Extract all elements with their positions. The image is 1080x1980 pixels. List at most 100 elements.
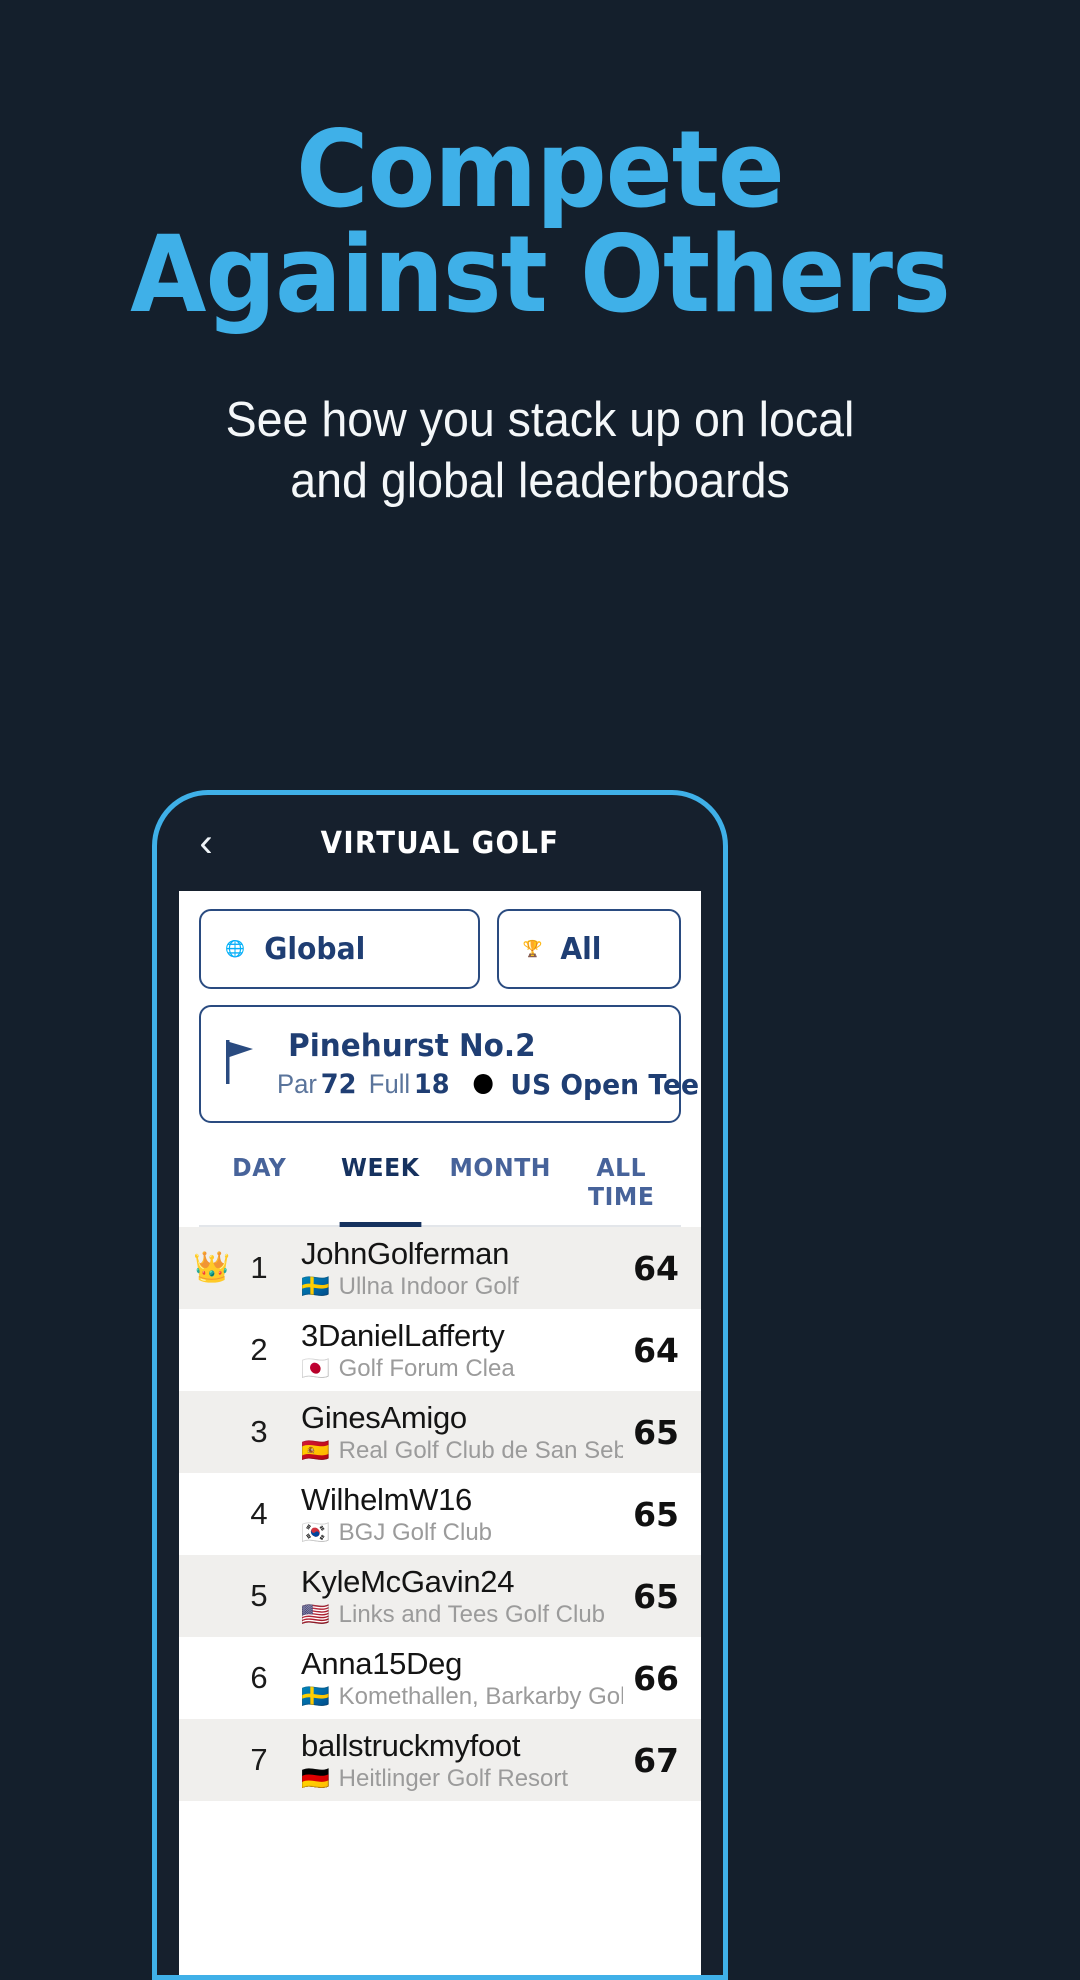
player-info: WilhelmW16 🇰🇷 BGJ Golf Club	[301, 1482, 623, 1547]
player-score: 64	[633, 1248, 679, 1288]
player-score: 65	[633, 1494, 679, 1534]
rank-box: 👑 1	[193, 1250, 301, 1286]
table-row[interactable]: 6 Anna15Deg 🇸🇪 Komethallen, Barkarby Gol…	[179, 1637, 701, 1719]
player-club: 🇪🇸 Real Golf Club de San Sebastian	[301, 1437, 623, 1465]
course-holes: Full 18	[369, 1069, 450, 1100]
country-flag-icon: 🇺🇸	[301, 1601, 330, 1627]
tab-month[interactable]: MONTH	[444, 1143, 557, 1225]
rank-number: 7	[250, 1742, 268, 1777]
player-name: KyleMcGavin24	[301, 1563, 515, 1599]
trophy-icon: 🏆	[522, 941, 543, 958]
rank-box: 4	[193, 1496, 301, 1532]
player-club: 🇸🇪 Komethallen, Barkarby Golfhall	[301, 1683, 623, 1711]
leaderboard: 👑 1 JohnGolferman 🇸🇪 Ullna Indoor Golf 6…	[179, 1227, 701, 1801]
promo-title: Compete Against Others	[38, 108, 1042, 336]
course-par: Par 72	[277, 1069, 356, 1100]
course-card[interactable]: Pinehurst No.2 Par 72 Full 18 US Open Tee	[199, 1005, 699, 1123]
table-row[interactable]: 3 GinesAmigo 🇪🇸 Real Golf Club de San Se…	[179, 1391, 701, 1473]
crown-icon: 👑	[193, 1251, 231, 1284]
country-flag-icon: 🇩🇪	[301, 1765, 330, 1791]
rank-number: 3	[250, 1414, 268, 1449]
flag-marker-icon	[223, 1038, 257, 1091]
course-name: Pinehurst No.2	[288, 1027, 536, 1064]
player-club: 🇯🇵 Golf Forum Clea	[301, 1355, 623, 1383]
globe-icon: 🌐	[225, 941, 245, 958]
club-name: Real Golf Club de San Sebastian	[338, 1436, 623, 1464]
rank-box: 5	[193, 1578, 301, 1614]
phone-mockup: ‹ VIRTUAL GOLF 🌐 Global 🏆 All Pinehurst …	[152, 790, 728, 1980]
tab-day[interactable]: DAY	[203, 1143, 316, 1225]
player-info: Anna15Deg 🇸🇪 Komethallen, Barkarby Golfh…	[301, 1646, 623, 1711]
player-score: 64	[633, 1330, 679, 1370]
rank-box: 2	[193, 1332, 301, 1368]
rank-number: 2	[250, 1332, 268, 1367]
player-score: 65	[633, 1412, 679, 1452]
player-name: 3DanielLafferty	[301, 1317, 505, 1353]
player-score: 66	[633, 1658, 679, 1698]
promo-title-line-2: Against Others	[130, 212, 951, 336]
tab-all-time[interactable]: ALL TIME	[564, 1143, 677, 1225]
tee-label: US Open Tee	[510, 1067, 700, 1101]
country-flag-icon: 🇸🇪	[301, 1273, 330, 1299]
promo-header: Compete Against Others See how you stack…	[0, 0, 1080, 511]
period-tabs: DAY WEEK MONTH ALL TIME	[199, 1143, 681, 1227]
player-info: ballstruckmyfoot 🇩🇪 Heitlinger Golf Reso…	[301, 1728, 623, 1793]
player-info: GinesAmigo 🇪🇸 Real Golf Club de San Seba…	[301, 1400, 623, 1465]
par-label: Par	[277, 1068, 317, 1099]
filter-row: 🌐 Global 🏆 All	[199, 909, 681, 989]
tab-week[interactable]: WEEK	[323, 1143, 436, 1227]
club-name: Golf Forum Clea	[338, 1354, 515, 1382]
player-club: 🇩🇪 Heitlinger Golf Resort	[301, 1765, 623, 1793]
club-name: Heitlinger Golf Resort	[338, 1764, 569, 1792]
player-name: GinesAmigo	[301, 1399, 467, 1435]
table-row[interactable]: 7 ballstruckmyfoot 🇩🇪 Heitlinger Golf Re…	[179, 1719, 701, 1801]
country-flag-icon: 🇯🇵	[301, 1355, 330, 1381]
holes-label: Full	[368, 1068, 411, 1099]
course-meta: Par 72 Full 18 US Open Tee	[277, 1068, 699, 1101]
rank-number: 6	[250, 1660, 268, 1695]
player-club: 🇺🇸 Links and Tees Golf Club	[301, 1601, 623, 1629]
app-content: 🌐 Global 🏆 All Pinehurst No.2 Par 72 Ful…	[179, 891, 701, 1975]
player-info: KyleMcGavin24 🇺🇸 Links and Tees Golf Clu…	[301, 1564, 623, 1629]
rank-box: 3	[193, 1414, 301, 1450]
player-score: 65	[633, 1576, 679, 1616]
rank-number: 1	[250, 1250, 268, 1285]
player-name: JohnGolferman	[301, 1235, 510, 1271]
holes-value: 18	[413, 1068, 450, 1100]
rank-number: 5	[250, 1578, 268, 1613]
table-row[interactable]: 5 KyleMcGavin24 🇺🇸 Links and Tees Golf C…	[179, 1555, 701, 1637]
table-row[interactable]: 2 3DanielLafferty 🇯🇵 Golf Forum Clea 64	[179, 1309, 701, 1391]
rank-box: 7	[193, 1742, 301, 1778]
app-header: ‹ VIRTUAL GOLF	[179, 795, 701, 891]
table-row[interactable]: 4 WilhelmW16 🇰🇷 BGJ Golf Club 65	[179, 1473, 701, 1555]
promo-title-line-1: Compete	[296, 108, 785, 231]
course-text: Pinehurst No.2 Par 72 Full 18 US Open Tee	[277, 1028, 721, 1101]
player-name: Anna15Deg	[301, 1645, 463, 1681]
player-name: ballstruckmyfoot	[301, 1727, 521, 1763]
filter-competition-label: All	[560, 931, 602, 967]
table-row[interactable]: 👑 1 JohnGolferman 🇸🇪 Ullna Indoor Golf 6…	[179, 1227, 701, 1309]
rank-box: 6	[193, 1660, 301, 1696]
player-info: JohnGolferman 🇸🇪 Ullna Indoor Golf	[301, 1236, 623, 1301]
promo-subtitle-line-2: and global leaderboards	[290, 453, 790, 508]
country-flag-icon: 🇪🇸	[301, 1437, 330, 1463]
club-name: Ullna Indoor Golf	[338, 1272, 519, 1300]
filter-scope-label: Global	[264, 931, 366, 967]
page-title: VIRTUAL GOLF	[320, 825, 560, 861]
club-name: BGJ Golf Club	[338, 1518, 493, 1546]
par-value: 72	[320, 1068, 357, 1100]
club-name: Links and Tees Golf Club	[338, 1600, 606, 1628]
player-info: 3DanielLafferty 🇯🇵 Golf Forum Clea	[301, 1318, 623, 1383]
promo-subtitle: See how you stack up on local and global…	[27, 390, 1053, 512]
player-score: 67	[633, 1740, 679, 1780]
player-name: WilhelmW16	[301, 1481, 472, 1517]
phone-screen: ‹ VIRTUAL GOLF 🌐 Global 🏆 All Pinehurst …	[157, 795, 723, 1975]
player-club: 🇸🇪 Ullna Indoor Golf	[301, 1273, 623, 1301]
tee-dot-icon	[473, 1074, 493, 1094]
player-club: 🇰🇷 BGJ Golf Club	[301, 1519, 623, 1547]
filter-scope-button[interactable]: 🌐 Global	[199, 909, 480, 989]
country-flag-icon: 🇸🇪	[301, 1683, 330, 1709]
rank-number: 4	[250, 1496, 268, 1531]
club-name: Komethallen, Barkarby Golfhall	[338, 1682, 623, 1710]
filter-competition-button[interactable]: 🏆 All	[496, 909, 681, 989]
